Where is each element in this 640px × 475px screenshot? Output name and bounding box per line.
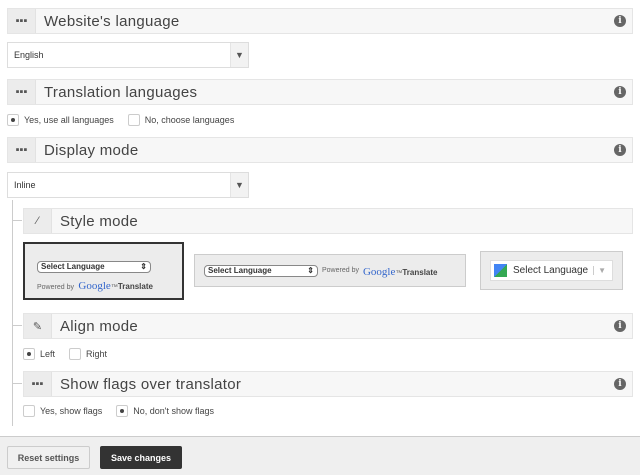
section-header-align-mode: ✎ Align mode i [23, 313, 633, 339]
tree-line [12, 200, 13, 426]
chevron-down-icon: ▼ [230, 173, 248, 197]
grid-icon: ▪▪▪ [8, 80, 36, 104]
style-option-horizontal[interactable]: Select Language ⇕ Powered by Google™Transl… [194, 254, 466, 287]
footer-bar: Reset settings Save changes [0, 436, 640, 475]
pencil-icon: ✎ [24, 314, 52, 338]
section-header-show-flags: ▪▪▪ Show flags over translator i [23, 371, 633, 397]
radio-align-left[interactable] [23, 348, 35, 360]
dropdown-arrow-icon: ▼ [593, 266, 606, 275]
chevron-down-icon: ▼ [230, 43, 248, 67]
info-icon[interactable]: i [614, 144, 626, 156]
display-mode-select[interactable]: Inline ▼ [7, 172, 249, 198]
info-icon[interactable]: i [614, 378, 626, 390]
style-option-dropdown[interactable]: Select Language ▼ [480, 251, 623, 290]
tree-tick [12, 220, 22, 221]
tree-tick [12, 383, 22, 384]
brush-icon: ⁄ [24, 209, 52, 233]
save-changes-button[interactable]: Save changes [100, 446, 182, 469]
grid-icon: ▪▪▪ [8, 138, 36, 162]
grid-icon: ▪▪▪ [24, 372, 52, 396]
radio-all-languages[interactable] [7, 114, 19, 126]
radio-hide-flags[interactable] [116, 405, 129, 417]
section-header-display-mode: ▪▪▪ Display mode i [7, 137, 633, 163]
info-icon[interactable]: i [614, 86, 626, 98]
info-icon[interactable]: i [614, 15, 626, 27]
section-header-website-language: ▪▪▪ Website's language i [7, 8, 633, 34]
section-header-translation-languages: ▪▪▪ Translation languages i [7, 79, 633, 105]
google-translate-icon [494, 264, 507, 277]
style-option-vertical[interactable]: Select Language ⇕ Powered by Google™Trans… [23, 242, 184, 300]
website-language-select[interactable]: English ▼ [7, 42, 249, 68]
radio-align-right[interactable] [69, 348, 82, 360]
reset-settings-button[interactable]: Reset settings [7, 446, 90, 469]
radio-choose-languages[interactable] [127, 114, 140, 126]
section-header-style-mode: ⁄ Style mode [23, 208, 633, 234]
radio-show-flags[interactable] [23, 405, 35, 417]
info-icon[interactable]: i [614, 320, 626, 332]
tree-tick [12, 325, 22, 326]
grid-icon: ▪▪▪ [8, 9, 36, 33]
